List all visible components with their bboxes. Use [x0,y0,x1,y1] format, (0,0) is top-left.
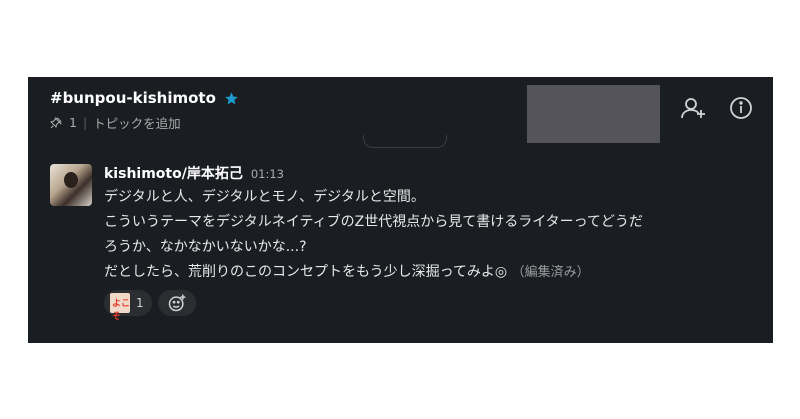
info-icon[interactable] [728,95,754,121]
message-line: こういうテーマをデジタルネイティブのZ世代視点から見て書けるライターってどうだ [104,214,643,230]
add-reaction-button[interactable] [157,290,196,316]
message-time[interactable]: 01:13 [251,167,284,181]
message-body: デジタルと人、デジタルとモノ、デジタルと空間。 こういうテーマをデジタルネイティ… [104,185,753,285]
message-line-last: だとしたら、荒削りのこのコンセプトをもう少し深掘ってみよ◎ （編集済み） [104,260,753,285]
add-topic-link[interactable]: トピックを追加 [93,113,181,132]
add-reaction-icon [167,293,187,313]
channel-subheader: 1 | トピックを追加 [50,113,181,132]
reaction-bar: よこそ 1 [104,290,196,322]
divider: | [82,115,88,130]
message-line: デジタルと人、デジタルとモノ、デジタルと空間。 [104,189,425,205]
message: kishimoto/岸本拓己 01:13 デジタルと人、デジタルとモノ、デジタル… [104,163,753,285]
header-divider [363,135,447,148]
reaction-count: 1 [136,296,144,310]
channel-name[interactable]: #bunpou-kishimoto [50,89,216,107]
pin-count[interactable]: 1 [69,115,77,130]
edited-label: （編集済み） [511,265,590,280]
redacted-area [527,85,660,143]
star-icon[interactable] [224,91,239,106]
channel-panel: #bunpou-kishimoto 1 | トピックを追加 kishimoto/… [28,77,773,343]
avatar[interactable] [50,164,92,206]
channel-header[interactable]: #bunpou-kishimoto [50,89,239,107]
add-person-icon[interactable] [680,95,706,121]
pin-icon[interactable] [50,116,63,129]
message-line: ろうか、なかなかいないかな...? [104,239,307,255]
reaction-pill[interactable]: よこそ 1 [104,290,152,322]
yokoso-emoji-icon: よこそ [110,293,130,322]
message-author[interactable]: kishimoto/岸本拓己 [104,163,243,183]
emoji-text: よこそ [112,299,131,322]
message-line-text: だとしたら、荒削りのこのコンセプトをもう少し深掘ってみよ◎ [104,264,508,280]
